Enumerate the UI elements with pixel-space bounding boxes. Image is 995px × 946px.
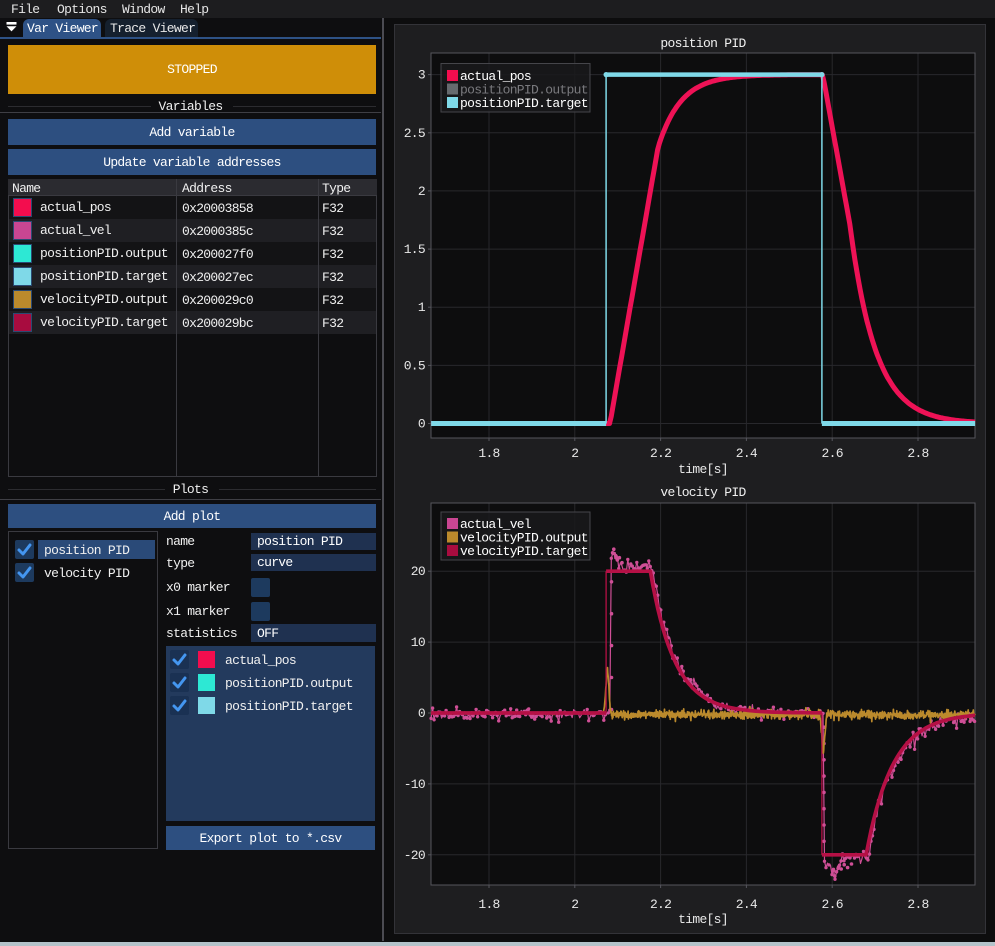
svg-text:time[s]: time[s]	[678, 912, 728, 927]
svg-text:time[s]: time[s]	[678, 462, 728, 477]
svg-text:2.8: 2.8	[907, 446, 928, 461]
svg-text:1.5: 1.5	[404, 242, 425, 257]
svg-text:2: 2	[418, 184, 425, 199]
svg-text:2: 2	[571, 897, 578, 912]
svg-text:1.8: 1.8	[478, 446, 499, 461]
svg-text:2: 2	[571, 446, 578, 461]
svg-text:2.2: 2.2	[650, 446, 671, 461]
svg-text:3: 3	[418, 68, 425, 83]
svg-text:2.5: 2.5	[404, 126, 425, 141]
svg-text:velocity PID: velocity PID	[660, 485, 746, 500]
svg-text:10: 10	[411, 635, 425, 650]
svg-text:2.2: 2.2	[650, 897, 671, 912]
svg-text:2.8: 2.8	[907, 897, 928, 912]
svg-text:2.4: 2.4	[736, 897, 758, 912]
svg-text:velocityPID.target: velocityPID.target	[460, 544, 588, 559]
svg-text:2.6: 2.6	[822, 897, 843, 912]
svg-text:0: 0	[418, 706, 425, 721]
svg-text:1: 1	[418, 300, 426, 315]
svg-text:position PID: position PID	[660, 36, 746, 51]
svg-text:2.6: 2.6	[822, 446, 843, 461]
svg-text:-20: -20	[404, 848, 425, 863]
svg-text:20: 20	[411, 564, 425, 579]
svg-text:positionPID.target: positionPID.target	[460, 96, 588, 111]
svg-text:0.5: 0.5	[404, 358, 425, 373]
svg-text:2.4: 2.4	[736, 446, 758, 461]
svg-text:0: 0	[418, 417, 425, 432]
svg-text:-10: -10	[404, 777, 425, 792]
svg-text:1.8: 1.8	[478, 897, 499, 912]
